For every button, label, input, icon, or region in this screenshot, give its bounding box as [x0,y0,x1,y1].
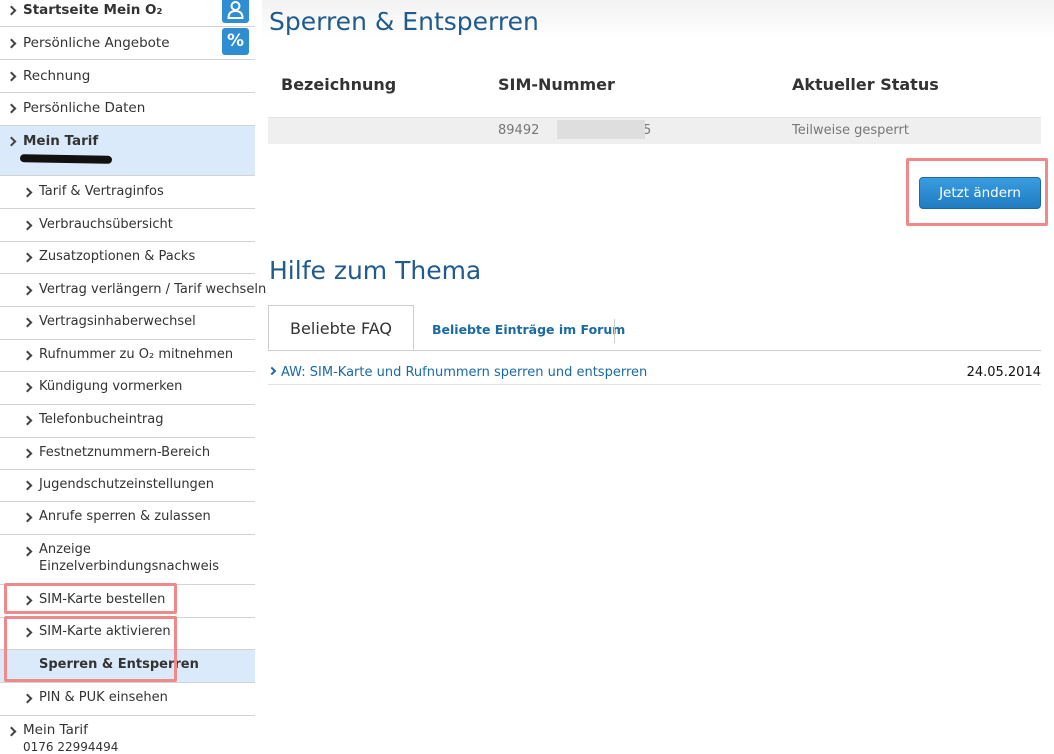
sidebar-item-label: Persönliche Angebote [23,35,170,51]
chevron-right-icon [6,38,17,49]
highlight-box [4,616,177,682]
help-tabs: Beliebte FAQ Beliebte Einträge im Forum [268,305,1041,351]
tab-divider [614,319,615,343]
faq-link[interactable]: AW: SIM-Karte und Rufnummern sperren und… [281,365,647,380]
sidebar-item-label: Tarif & Vertraginfos [39,184,164,199]
status-cell: Teilweise gesperrt [792,123,909,138]
chevron-right-icon [6,103,17,114]
column-header-bezeichnung: Bezeichnung [281,75,397,94]
sidebar-item-label: Anrufe sperren & zulassen [39,509,211,524]
sidebar-subitem-verbrauchsuebersicht[interactable]: Verbrauchsübersicht [0,209,255,242]
sidebar-item-label: Rechnung [23,68,91,84]
redacted-sim-digits [557,120,645,139]
sidebar-subitem-zusatzoptionen[interactable]: Zusatzoptionen & Packs [0,242,255,274]
sidebar-subitem-jugendschutz[interactable]: Jugendschutzeinstellungen [0,470,255,502]
page-title: Sperren & Entsperren [269,7,539,36]
percent-icon[interactable]: % [222,28,249,55]
sidebar-item-label: Startseite Mein O₂ [23,2,163,18]
sidebar-subitem-tarif-vertraginfos[interactable]: Tarif & Vertraginfos [0,176,255,209]
chevron-right-icon [6,726,17,737]
sidebar-item-label-line2: Einzelverbindungsnachweis [39,559,220,574]
sidebar-subitem-vertragsinhaberwechsel[interactable]: Vertragsinhaberwechsel [0,307,255,340]
sidebar-item-label: PIN & PUK einsehen [39,690,168,705]
chevron-right-icon [22,382,33,393]
tab-beliebte-faq[interactable]: Beliebte FAQ [268,305,414,350]
chevron-right-icon [22,220,33,231]
sidebar-subitem-pin-puk[interactable]: PIN & PUK einsehen [0,683,255,716]
chevron-right-icon [6,71,17,82]
redacted-number [19,154,113,164]
sidebar-subitem-einzelverbindungsnachweis[interactable]: Anzeige Einzelverbindungsnachweis [0,535,255,585]
sidebar-item-rechnung[interactable]: Rechnung [0,60,255,93]
table-row: 89492 5 Teilweise gesperrt [268,117,1041,144]
sidebar-subitem-kuendigung[interactable]: Kündigung vormerken [0,372,255,405]
chevron-right-icon [22,187,33,198]
chevron-right-icon [22,693,33,704]
faq-date: 24.05.2014 [966,365,1041,380]
sidebar-item-label: Rufnummer zu O₂ mitnehmen [39,347,234,362]
chevron-right-icon [6,136,17,147]
column-header-sim-nummer: SIM-Nummer [498,75,615,94]
chevron-right-icon [22,480,33,491]
sidebar-item-label: Festnetznummern-Bereich [39,445,211,460]
sidebar-item-label: Telefonbucheintrag [39,412,164,427]
sidebar-item-angebote[interactable]: Persönliche Angebote [0,27,255,60]
chevron-right-icon [22,252,33,263]
highlight-box [906,158,1048,226]
sidebar-subitem-festnetznummern[interactable]: Festnetznummern-Bereich [0,438,255,470]
highlight-box [4,583,177,614]
chevron-right-icon [22,512,33,523]
sidebar-item-label: Anzeige [39,542,91,557]
sidebar-item-label: Persönliche Daten [23,100,146,116]
chevron-right-icon [267,366,277,376]
chevron-right-icon [22,546,33,557]
sidebar-item-label: Mein Tarif [23,722,88,738]
chevron-right-icon [22,415,33,426]
sidebar-item-persoenliche-daten[interactable]: Persönliche Daten [0,93,255,126]
sidebar-item-label: Kündigung vormerken [39,379,183,394]
chevron-right-icon [22,448,33,459]
sidebar-subitem-anrufe-sperren[interactable]: Anrufe sperren & zulassen [0,502,255,535]
faq-list-item[interactable]: AW: SIM-Karte und Rufnummern sperren und… [267,362,1041,385]
sidebar-item-label: Vertragsinhaberwechsel [39,314,196,329]
sidebar-subitem-telefonbucheintrag[interactable]: Telefonbucheintrag [0,405,255,438]
sidebar-item-number: 0176 22994494 [23,740,119,754]
column-header-status: Aktueller Status [792,75,939,94]
help-title: Hilfe zum Thema [269,256,482,285]
sidebar-item-label: Mein Tarif [23,133,99,149]
sidebar-item-label: Vertrag verlängern / Tarif wechseln [39,282,267,297]
user-icon[interactable] [222,0,249,23]
sidebar-item-label: Verbrauchsübersicht [39,217,173,232]
chevron-right-icon [6,5,17,16]
sidebar-subitem-vertrag-verlaengern[interactable]: Vertrag verlängern / Tarif wechseln [0,274,266,307]
chevron-right-icon [22,285,33,296]
sidebar-item-label: Jugendschutzeinstellungen [39,477,215,492]
chevron-right-icon [22,317,33,328]
sidebar-item-mein-tarif[interactable]: Mein Tarif [0,126,255,176]
chevron-right-icon [22,350,33,361]
sidebar-item-mein-tarif-2[interactable]: Mein Tarif 0176 22994494 [0,716,255,754]
sidebar-item-label: Zusatzoptionen & Packs [39,249,196,264]
tab-forum[interactable]: Beliebte Einträge im Forum [432,322,625,337]
sidebar-item-startseite[interactable]: Startseite Mein O₂ [0,0,255,27]
sim-number-prefix: 89492 [498,123,540,138]
sidebar-subitem-rufnummer-mitnehmen[interactable]: Rufnummer zu O₂ mitnehmen [0,340,255,372]
